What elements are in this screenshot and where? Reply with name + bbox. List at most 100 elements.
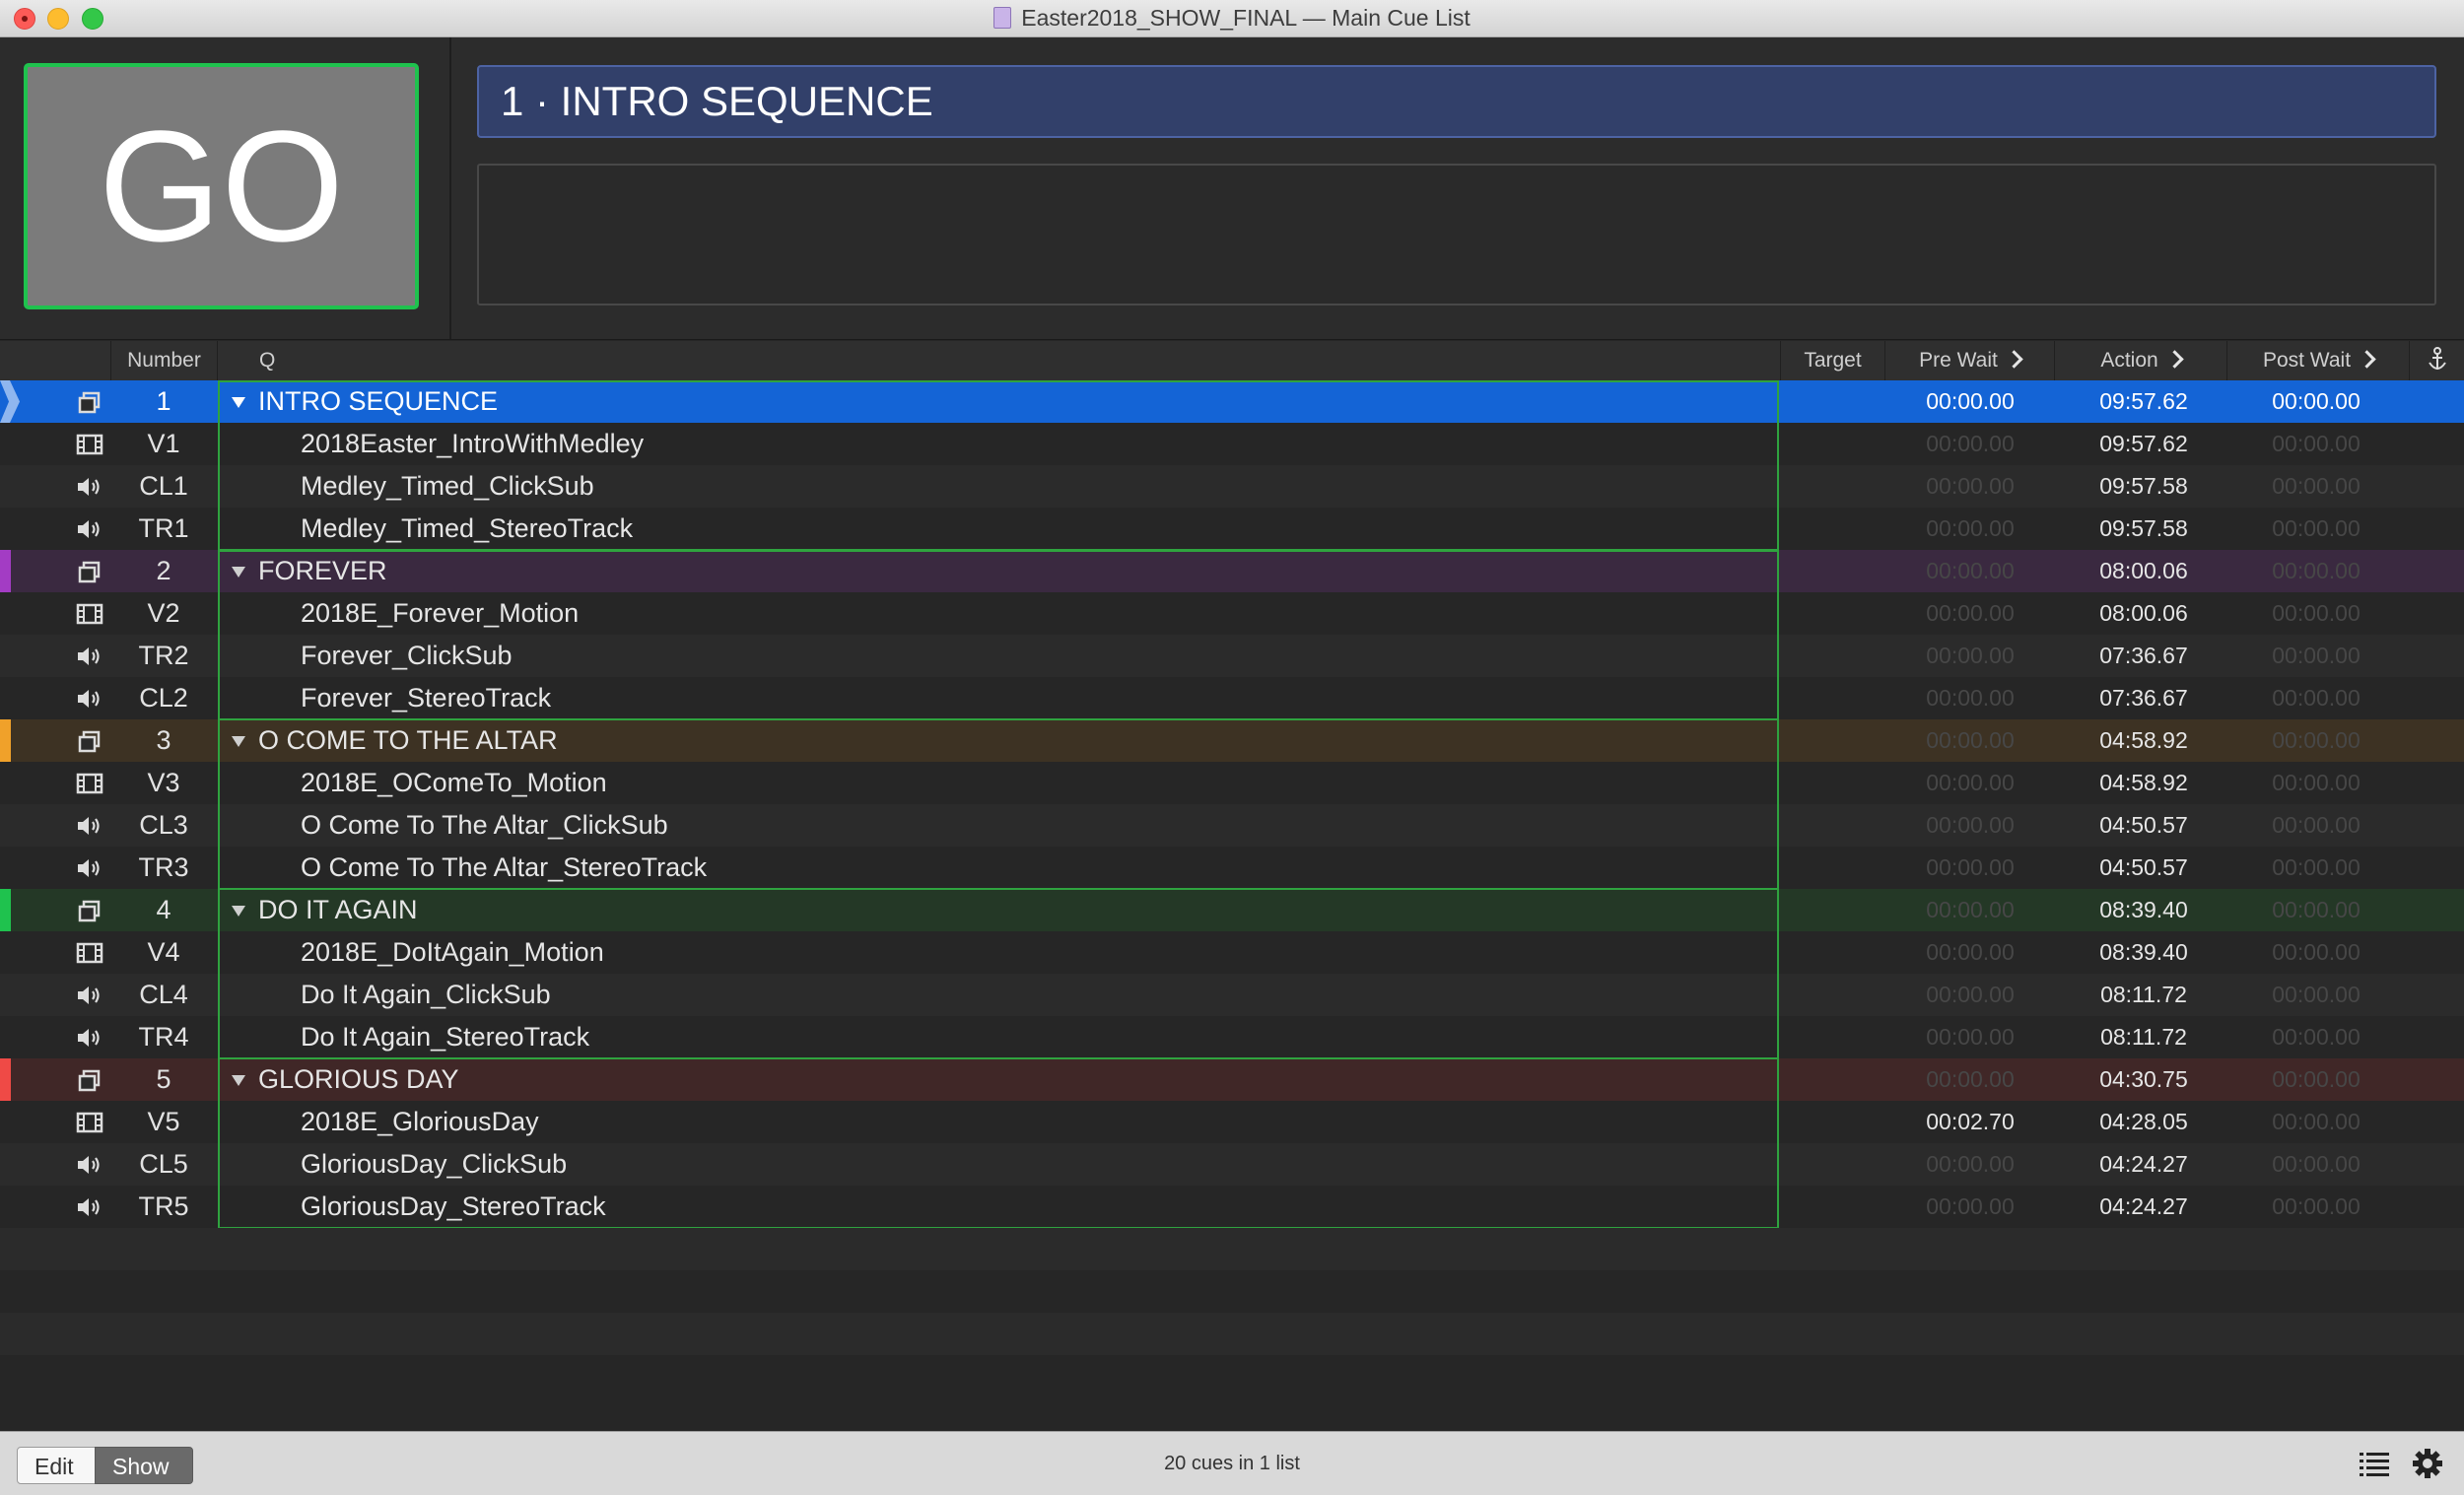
post-wait-value[interactable]: 00:00.00 <box>2227 1186 2405 1228</box>
pre-wait-value[interactable]: 00:00.00 <box>1882 931 2059 974</box>
action-value[interactable]: 04:50.57 <box>2055 804 2232 847</box>
cue-row[interactable]: TR1 Medley_Timed_StereoTrack 00:00.00 09:57… <box>0 508 2464 550</box>
pre-wait-value[interactable]: 00:00.00 <box>1882 889 2059 931</box>
post-wait-value[interactable]: 00:00.00 <box>2227 508 2405 550</box>
pre-wait-value[interactable]: 00:00.00 <box>1882 974 2059 1016</box>
q-column-header[interactable]: Q <box>218 341 1781 380</box>
cue-row[interactable]: TR5 GloriousDay_StereoTrack 00:00.00 04:24.… <box>0 1186 2464 1228</box>
cue-row[interactable]: V1 2018Easter_IntroWithMedley 00:00.00 09:5… <box>0 423 2464 465</box>
action-column-header[interactable]: Action <box>2055 341 2227 380</box>
cue-row[interactable]: CL1 Medley_Timed_ClickSub 00:00.00 09:57.58… <box>0 465 2464 508</box>
show-mode-button[interactable]: Show <box>95 1447 193 1484</box>
cue-row[interactable]: TR4 Do It Again_StereoTrack 00:00.00 08:11.… <box>0 1016 2464 1058</box>
cue-row[interactable]: CL4 Do It Again_ClickSub 00:00.00 08:11.72 0… <box>0 974 2464 1016</box>
post-wait-value[interactable]: 00:00.00 <box>2227 762 2405 804</box>
pre-wait-value[interactable]: 00:00.00 <box>1882 465 2059 508</box>
action-value[interactable]: 04:58.92 <box>2055 719 2232 762</box>
post-wait-value[interactable]: 00:00.00 <box>2227 804 2405 847</box>
disclosure-triangle-icon[interactable] <box>232 906 245 917</box>
pre-wait-value[interactable]: 00:00.00 <box>1882 508 2059 550</box>
cue-row[interactable]: TR2 Forever_ClickSub 00:00.00 07:36.67 00:00… <box>0 635 2464 677</box>
status-column-header[interactable] <box>0 341 111 380</box>
pre-wait-value[interactable]: 00:00.00 <box>1882 762 2059 804</box>
post-wait-value[interactable]: 00:00.00 <box>2227 592 2405 635</box>
post-wait-value[interactable]: 00:00.00 <box>2227 380 2405 423</box>
pre-wait-value[interactable]: 00:00.00 <box>1882 1143 2059 1186</box>
number-column-header[interactable]: Number <box>111 341 218 380</box>
cue-row[interactable]: TR3 O Come To The Altar_StereoTrack 00:00.… <box>0 847 2464 889</box>
post-wait-value[interactable]: 00:00.00 <box>2227 677 2405 719</box>
action-value[interactable]: 09:57.58 <box>2055 508 2232 550</box>
post-wait-value[interactable]: 00:00.00 <box>2227 1143 2405 1186</box>
post-wait-value[interactable]: 00:00.00 <box>2227 719 2405 762</box>
action-value[interactable]: 04:58.92 <box>2055 762 2232 804</box>
cue-row[interactable]: V5 2018E_GloriousDay 00:02.70 04:28.05 00:00… <box>0 1101 2464 1143</box>
current-cue-name-field[interactable]: 1 · INTRO SEQUENCE <box>477 65 2436 138</box>
post-wait-value[interactable]: 00:00.00 <box>2227 1101 2405 1143</box>
action-value[interactable]: 04:50.57 <box>2055 847 2232 889</box>
post-wait-value[interactable]: 00:00.00 <box>2227 974 2405 1016</box>
action-value[interactable]: 09:57.62 <box>2055 423 2232 465</box>
pre-wait-value[interactable]: 00:00.00 <box>1882 550 2059 592</box>
post-wait-value[interactable]: 00:00.00 <box>2227 889 2405 931</box>
cue-notes-field[interactable] <box>477 164 2436 306</box>
pre-wait-value[interactable]: 00:00.00 <box>1882 719 2059 762</box>
post-wait-value[interactable]: 00:00.00 <box>2227 465 2405 508</box>
pre-wait-value[interactable]: 00:00.00 <box>1882 677 2059 719</box>
group-cue-row[interactable]: 5 GLORIOUS DAY 00:00.00 04:30.75 00:00.00 <box>0 1058 2464 1101</box>
edit-mode-button[interactable]: Edit <box>17 1447 96 1484</box>
action-value[interactable]: 07:36.67 <box>2055 677 2232 719</box>
cue-row[interactable]: V3 2018E_OComeTo_Motion 00:00.00 04:58.92 00… <box>0 762 2464 804</box>
pre-wait-value[interactable]: 00:00.00 <box>1882 847 2059 889</box>
action-value[interactable]: 08:39.40 <box>2055 931 2232 974</box>
group-cue-row[interactable]: 2 FOREVER 00:00.00 08:00.06 00:00.00 <box>0 550 2464 592</box>
post-wait-value[interactable]: 00:00.00 <box>2227 550 2405 592</box>
disclosure-triangle-icon[interactable] <box>232 736 245 747</box>
cue-row[interactable]: CL2 Forever_StereoTrack 00:00.00 07:36.67 00… <box>0 677 2464 719</box>
target-column-header[interactable]: Target <box>1781 341 1885 380</box>
post-wait-value[interactable]: 00:00.00 <box>2227 847 2405 889</box>
pre-wait-value[interactable]: 00:00.00 <box>1882 635 2059 677</box>
pre-wait-value[interactable]: 00:00.00 <box>1882 592 2059 635</box>
action-value[interactable]: 04:24.27 <box>2055 1143 2232 1186</box>
pre-wait-value[interactable]: 00:00.00 <box>1882 423 2059 465</box>
action-value[interactable]: 09:57.62 <box>2055 380 2232 423</box>
action-value[interactable]: 07:36.67 <box>2055 635 2232 677</box>
anchor-column-header[interactable] <box>2410 341 2464 380</box>
cue-row[interactable]: V4 2018E_DoItAgain_Motion 00:00.00 08:39.40… <box>0 931 2464 974</box>
go-button[interactable]: GO <box>24 63 419 309</box>
action-value[interactable]: 08:00.06 <box>2055 550 2232 592</box>
group-cue-row[interactable]: 4 DO IT AGAIN 00:00.00 08:39.40 00:00.00 <box>0 889 2464 931</box>
post-wait-value[interactable]: 00:00.00 <box>2227 635 2405 677</box>
post-wait-value[interactable]: 00:00.00 <box>2227 423 2405 465</box>
pre-wait-value[interactable]: 00:00.00 <box>1882 380 2059 423</box>
post-wait-value[interactable]: 00:00.00 <box>2227 931 2405 974</box>
group-cue-row[interactable]: 1 INTRO SEQUENCE 00:00.00 09:57.62 00:00.00 <box>0 380 2464 423</box>
pre-wait-value[interactable]: 00:00.00 <box>1882 804 2059 847</box>
post-wait-value[interactable]: 00:00.00 <box>2227 1016 2405 1058</box>
gear-icon[interactable] <box>2412 1448 2443 1479</box>
action-value[interactable]: 04:24.27 <box>2055 1186 2232 1228</box>
disclosure-triangle-icon[interactable] <box>232 1075 245 1086</box>
pre-wait-column-header[interactable]: Pre Wait <box>1885 341 2055 380</box>
pre-wait-value[interactable]: 00:02.70 <box>1882 1101 2059 1143</box>
action-value[interactable]: 08:00.06 <box>2055 592 2232 635</box>
disclosure-triangle-icon[interactable] <box>232 567 245 578</box>
cue-row[interactable]: CL5 GloriousDay_ClickSub 00:00.00 04:24.27 0… <box>0 1143 2464 1186</box>
post-wait-column-header[interactable]: Post Wait <box>2227 341 2410 380</box>
post-wait-value[interactable]: 00:00.00 <box>2227 1058 2405 1101</box>
action-value[interactable]: 08:11.72 <box>2055 1016 2232 1058</box>
action-value[interactable]: 04:28.05 <box>2055 1101 2232 1143</box>
pre-wait-value[interactable]: 00:00.00 <box>1882 1058 2059 1101</box>
group-cue-row[interactable]: 3 O COME TO THE ALTAR 00:00.00 04:58.92 00:0… <box>0 719 2464 762</box>
cue-row[interactable]: V2 2018E_Forever_Motion 00:00.00 08:00.06 00… <box>0 592 2464 635</box>
action-value[interactable]: 04:30.75 <box>2055 1058 2232 1101</box>
action-value[interactable]: 08:11.72 <box>2055 974 2232 1016</box>
action-value[interactable]: 08:39.40 <box>2055 889 2232 931</box>
action-value[interactable]: 09:57.58 <box>2055 465 2232 508</box>
pre-wait-value[interactable]: 00:00.00 <box>1882 1016 2059 1058</box>
cue-row[interactable]: CL3 O Come To The Altar_ClickSub 00:00.00 0… <box>0 804 2464 847</box>
pre-wait-value[interactable]: 00:00.00 <box>1882 1186 2059 1228</box>
list-icon[interactable] <box>2360 1451 2389 1476</box>
disclosure-triangle-icon[interactable] <box>232 397 245 408</box>
